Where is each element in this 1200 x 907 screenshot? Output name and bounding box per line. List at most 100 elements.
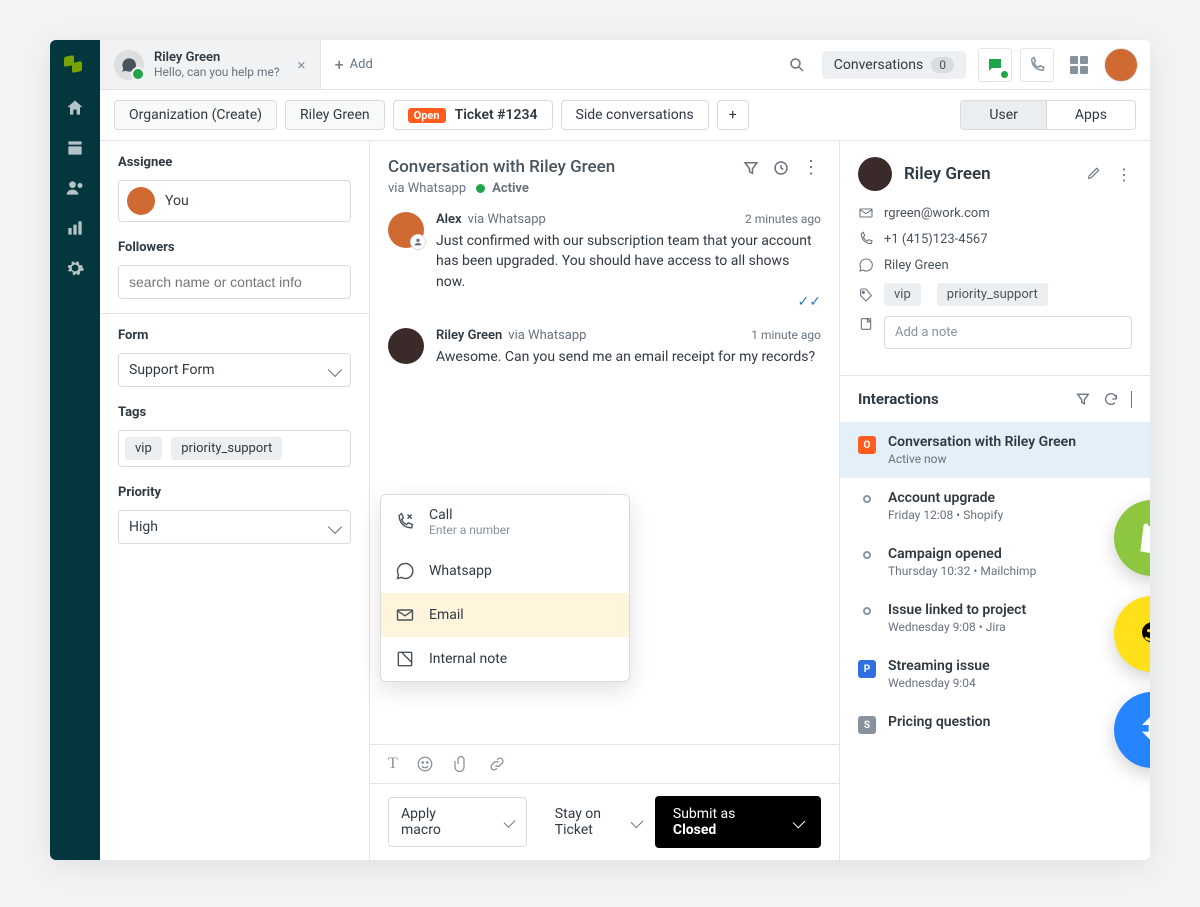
status-open-icon: O	[858, 436, 876, 454]
interaction-item[interactable]: Campaign opened Thursday 10:32 • Mailchi…	[840, 534, 1150, 590]
channel-menu: Call Enter a number Whatsapp Email	[380, 494, 630, 682]
priority-label: Priority	[118, 485, 351, 500]
message-avatar	[388, 328, 424, 364]
submit-status: Closed	[673, 822, 716, 838]
message-time: 1 minute ago	[751, 328, 821, 342]
nav-views[interactable]	[65, 138, 85, 158]
add-tab-button[interactable]: + Add	[321, 40, 387, 89]
followers-input[interactable]	[118, 265, 351, 299]
user-note-input[interactable]: Add a note	[884, 316, 1132, 349]
channel-sublabel: Enter a number	[429, 523, 510, 537]
interaction-item[interactable]: O Conversation with Riley Green Active n…	[840, 422, 1150, 478]
nav-customers[interactable]	[65, 178, 85, 198]
interaction-item[interactable]: P Streaming issue Wednesday 9:04	[840, 646, 1150, 702]
nav-rail	[50, 40, 100, 860]
composer-toolbar: T	[370, 744, 839, 783]
conversation-panel: Conversation with Riley Green via Whatsa…	[370, 141, 840, 860]
tag-item[interactable]: priority_support	[171, 437, 282, 460]
user-tag[interactable]: priority_support	[937, 283, 1048, 306]
message-author: Alex	[436, 212, 462, 227]
interaction-item[interactable]: Account upgrade Friday 12:08 • Shopify	[840, 478, 1150, 534]
user-name: Riley Green	[904, 164, 991, 184]
tab-ticket[interactable]: Open Ticket #1234	[393, 100, 553, 130]
conversation-status: Active	[492, 181, 529, 196]
agent-badge-icon	[410, 234, 426, 250]
assignee-select[interactable]: You	[118, 180, 351, 222]
nav-reports[interactable]	[65, 218, 85, 238]
tab-add[interactable]: +	[717, 100, 749, 130]
chat-icon[interactable]	[978, 48, 1012, 82]
macro-label: Apply macro	[401, 806, 456, 838]
workspace-tab[interactable]: Riley Green Hello, can you help me? ×	[100, 40, 321, 89]
apply-macro-select[interactable]: Apply macro	[388, 797, 527, 847]
profile-avatar[interactable]	[1104, 48, 1138, 82]
nav-home[interactable]	[65, 98, 85, 118]
nav-settings[interactable]	[65, 258, 85, 278]
mailchimp-icon	[1114, 596, 1150, 672]
more-icon[interactable]: ⋮	[1116, 165, 1132, 184]
apps-grid-icon[interactable]	[1062, 48, 1096, 82]
interaction-meta: Wednesday 9:08 • Jira	[888, 620, 1026, 634]
user-phone: +1 (415)123-4567	[884, 232, 988, 247]
interaction-meta: Thursday 10:32 • Mailchimp	[888, 564, 1036, 578]
tags-input[interactable]: vip priority_support	[118, 430, 351, 467]
channel-call[interactable]: Call Enter a number	[381, 495, 629, 549]
channel-internal-note[interactable]: Internal note	[381, 637, 629, 681]
segment-apps[interactable]: Apps	[1046, 101, 1135, 129]
interaction-title: Streaming issue	[888, 658, 990, 674]
interaction-meta: Wednesday 9:04	[888, 676, 990, 690]
interaction-item[interactable]: Issue linked to project Wednesday 9:08 •…	[840, 590, 1150, 646]
attachment-icon[interactable]	[452, 755, 470, 773]
filter-icon[interactable]	[742, 159, 760, 177]
channel-label: Email	[429, 607, 464, 623]
stay-on-ticket-select[interactable]: Stay on Ticket	[555, 806, 641, 838]
message-avatar	[388, 212, 424, 248]
tab-person[interactable]: Riley Green	[285, 100, 385, 130]
chevron-down-icon	[328, 520, 342, 534]
form-label: Form	[118, 328, 351, 343]
link-icon[interactable]	[488, 755, 506, 773]
chevron-down-icon	[793, 816, 806, 829]
segment-user[interactable]: User	[961, 101, 1045, 129]
priority-value: High	[129, 519, 158, 535]
form-value: Support Form	[129, 362, 214, 378]
message-item: Riley Green via Whatsapp 1 minute ago Aw…	[388, 328, 821, 367]
more-icon[interactable]: ⋮	[802, 157, 821, 178]
followers-label: Followers	[118, 240, 351, 255]
tab-side-conversations[interactable]: Side conversations	[561, 100, 709, 130]
close-icon[interactable]: ×	[298, 56, 306, 74]
submit-button[interactable]: Submit as Closed	[655, 796, 821, 848]
shopify-icon	[1114, 500, 1150, 576]
search-icon[interactable]	[772, 56, 822, 74]
conversations-label: Conversations	[834, 57, 923, 73]
assignee-label: Assignee	[118, 155, 351, 170]
call-icon[interactable]	[1020, 48, 1054, 82]
interaction-item[interactable]: S Pricing question	[840, 702, 1150, 746]
interaction-meta: Active now	[888, 452, 1076, 466]
message-author: Riley Green	[436, 328, 502, 343]
chevron-down-icon	[328, 363, 342, 377]
edit-icon[interactable]	[1086, 165, 1102, 184]
emoji-icon[interactable]	[416, 755, 434, 773]
conversations-count: 0	[931, 57, 954, 73]
note-placeholder: Add a note	[895, 325, 957, 340]
assignee-avatar	[127, 187, 155, 215]
collapse-icon[interactable]	[1131, 391, 1132, 407]
tab-organization[interactable]: Organization (Create)	[114, 100, 277, 130]
history-icon[interactable]	[772, 159, 790, 177]
text-format-icon[interactable]: T	[388, 755, 398, 773]
channel-whatsapp[interactable]: Whatsapp	[381, 549, 629, 593]
chevron-down-icon	[504, 816, 516, 828]
form-select[interactable]: Support Form	[118, 353, 351, 387]
priority-select[interactable]: High	[118, 510, 351, 544]
user-tag[interactable]: vip	[884, 283, 921, 306]
refresh-icon[interactable]	[1103, 391, 1119, 407]
tag-item[interactable]: vip	[125, 437, 162, 460]
event-dot-icon	[863, 607, 871, 615]
filter-icon[interactable]	[1075, 391, 1091, 407]
interaction-list: O Conversation with Riley Green Active n…	[840, 422, 1150, 746]
channel-label: Whatsapp	[429, 563, 492, 579]
conversations-button[interactable]: Conversations 0	[822, 51, 966, 79]
channel-email[interactable]: Email	[381, 593, 629, 637]
interactions-heading: Interactions	[858, 390, 1063, 408]
